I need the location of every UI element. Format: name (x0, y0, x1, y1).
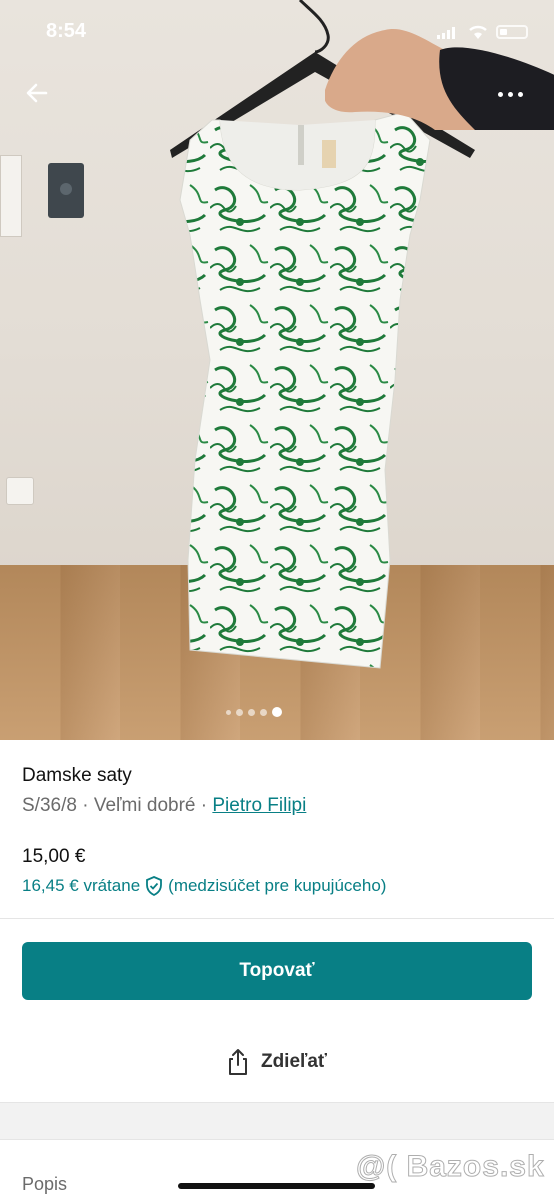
share-label: Zdieľať (260, 1051, 328, 1072)
pagination-dot-active[interactable] (272, 707, 282, 717)
divider (0, 918, 554, 919)
status-time: 8:54 (46, 20, 87, 42)
listing-details: S/36/8 · Veľmi dobré · Pietro Filipi (22, 795, 306, 817)
share-icon (228, 1049, 247, 1075)
listing-title: Damske saty (22, 765, 132, 786)
listing-photo[interactable] (0, 0, 554, 740)
listing-price: 15,00 € (22, 846, 86, 867)
home-indicator[interactable] (178, 1183, 375, 1189)
wall-switch (0, 155, 22, 237)
price-incl-note: (medzisúčet pre kupujúceho) (168, 876, 387, 895)
shield-check-icon (146, 876, 163, 896)
listing-brand-link[interactable]: Pietro Filipi (212, 795, 306, 816)
share-button[interactable]: Zdieľať (0, 1040, 554, 1084)
wall-thermostat (48, 163, 84, 218)
watermark: @( Bazos.sk (356, 1150, 545, 1184)
section-spacer (0, 1102, 554, 1140)
description-heading: Popis (22, 1174, 68, 1194)
wifi-icon (469, 25, 487, 39)
listing-condition: Veľmi dobré (93, 795, 196, 816)
pagination-dot[interactable] (236, 708, 243, 716)
pagination-dot[interactable] (248, 708, 255, 716)
buyer-protection-price[interactable]: 16,45 € vrátane (medzisúčet pre kupujúce… (22, 876, 386, 896)
gallery-pagination (226, 707, 282, 717)
battery-icon (496, 25, 528, 39)
wall-socket (6, 477, 34, 505)
listing-size: S/36/8 (22, 795, 77, 816)
cellular-signal-icon (437, 27, 455, 39)
bump-button[interactable]: Topovať (22, 942, 532, 1000)
price-incl-amount: 16,45 € vrátane (22, 876, 141, 895)
status-bar: 8:54 (0, 0, 554, 66)
more-icon[interactable] (498, 82, 538, 106)
back-arrow-icon[interactable] (20, 76, 54, 110)
detail-separator: · (82, 795, 89, 816)
pagination-dot[interactable] (226, 709, 231, 715)
detail-separator: · (200, 795, 208, 816)
pagination-dot[interactable] (260, 708, 267, 716)
